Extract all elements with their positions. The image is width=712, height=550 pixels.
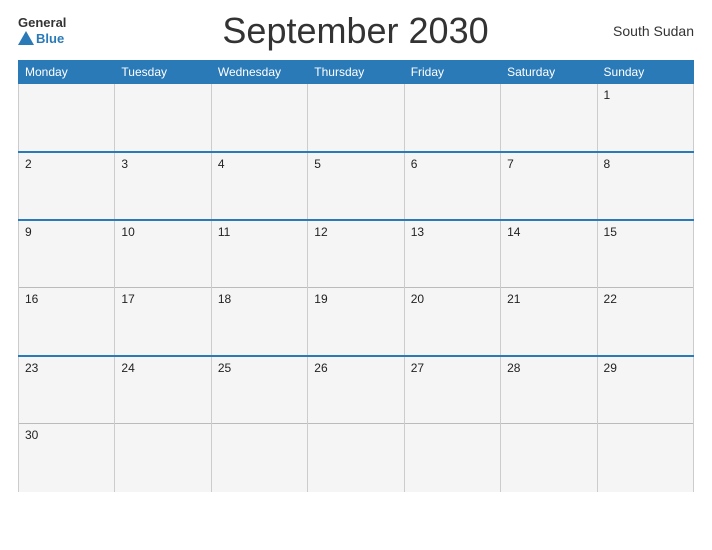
day-number: 5 [314,157,321,171]
week-row-2: 9 10 11 12 13 14 15 [19,220,694,288]
weekday-header-friday: Friday [404,61,500,84]
day-number: 9 [25,225,32,239]
calendar-cell: 6 [404,152,500,220]
calendar-cell [308,424,404,492]
day-number: 28 [507,361,520,375]
day-number: 23 [25,361,38,375]
day-number: 8 [604,157,611,171]
calendar-cell: 11 [211,220,307,288]
calendar-cell [115,84,211,152]
calendar-header: General Blue September 2030 South Sudan [18,10,694,52]
calendar-cell: 15 [597,220,693,288]
day-number: 15 [604,225,617,239]
calendar-cell: 23 [19,356,115,424]
calendar-cell: 29 [597,356,693,424]
calendar-cell: 9 [19,220,115,288]
day-number: 24 [121,361,134,375]
calendar-cell: 24 [115,356,211,424]
calendar-cell: 12 [308,220,404,288]
calendar-cell: 26 [308,356,404,424]
calendar-cell [19,84,115,152]
calendar-cell: 7 [501,152,597,220]
calendar-cell: 3 [115,152,211,220]
day-number: 21 [507,292,520,306]
day-number: 16 [25,292,38,306]
calendar-cell: 21 [501,288,597,356]
day-number: 27 [411,361,424,375]
week-row-5: 30 [19,424,694,492]
calendar-cell: 25 [211,356,307,424]
day-number: 7 [507,157,514,171]
weekday-header-wednesday: Wednesday [211,61,307,84]
day-number: 29 [604,361,617,375]
calendar-cell: 20 [404,288,500,356]
weekday-header-sunday: Sunday [597,61,693,84]
logo-general-text: General [18,16,66,30]
day-number: 19 [314,292,327,306]
calendar-cell: 27 [404,356,500,424]
day-number: 26 [314,361,327,375]
calendar-cell: 4 [211,152,307,220]
calendar-cell [501,84,597,152]
day-number: 20 [411,292,424,306]
calendar-cell [404,424,500,492]
day-number: 4 [218,157,225,171]
weekday-header-monday: Monday [19,61,115,84]
day-number: 13 [411,225,424,239]
calendar-cell: 28 [501,356,597,424]
country-name: South Sudan [613,23,694,39]
logo-blue-text: Blue [36,31,64,46]
day-number: 18 [218,292,231,306]
logo: General Blue [18,16,98,45]
calendar-cell: 16 [19,288,115,356]
calendar-cell: 1 [597,84,693,152]
calendar-cell: 19 [308,288,404,356]
calendar-cell: 22 [597,288,693,356]
day-number: 12 [314,225,327,239]
week-row-3: 16 17 18 19 20 21 22 [19,288,694,356]
calendar-cell [597,424,693,492]
weekday-header-row: MondayTuesdayWednesdayThursdayFridaySatu… [19,61,694,84]
day-number: 3 [121,157,128,171]
day-number: 22 [604,292,617,306]
calendar-cell [501,424,597,492]
day-number: 2 [25,157,32,171]
calendar-cell: 5 [308,152,404,220]
calendar-cell: 8 [597,152,693,220]
calendar-cell: 2 [19,152,115,220]
calendar-cell [211,424,307,492]
calendar-cell: 17 [115,288,211,356]
day-number: 14 [507,225,520,239]
weekday-header-tuesday: Tuesday [115,61,211,84]
weekday-header-saturday: Saturday [501,61,597,84]
logo-triangle-icon [18,31,34,45]
day-number: 17 [121,292,134,306]
day-number: 1 [604,88,611,102]
calendar-cell [404,84,500,152]
day-number: 11 [218,225,230,239]
calendar-cell: 10 [115,220,211,288]
calendar-cell: 14 [501,220,597,288]
calendar-grid: MondayTuesdayWednesdayThursdayFridaySatu… [18,60,694,492]
day-number: 25 [218,361,231,375]
calendar-cell [115,424,211,492]
week-row-0: 1 [19,84,694,152]
weekday-header-thursday: Thursday [308,61,404,84]
calendar-container: General Blue September 2030 South Sudan … [0,0,712,550]
day-number: 10 [121,225,134,239]
calendar-title: September 2030 [98,10,613,52]
calendar-cell: 18 [211,288,307,356]
day-number: 6 [411,157,418,171]
week-row-1: 2 3 4 5 6 7 8 [19,152,694,220]
calendar-cell: 13 [404,220,500,288]
calendar-cell: 30 [19,424,115,492]
day-number: 30 [25,428,38,442]
calendar-cell [211,84,307,152]
calendar-cell [308,84,404,152]
week-row-4: 23 24 25 26 27 28 29 [19,356,694,424]
